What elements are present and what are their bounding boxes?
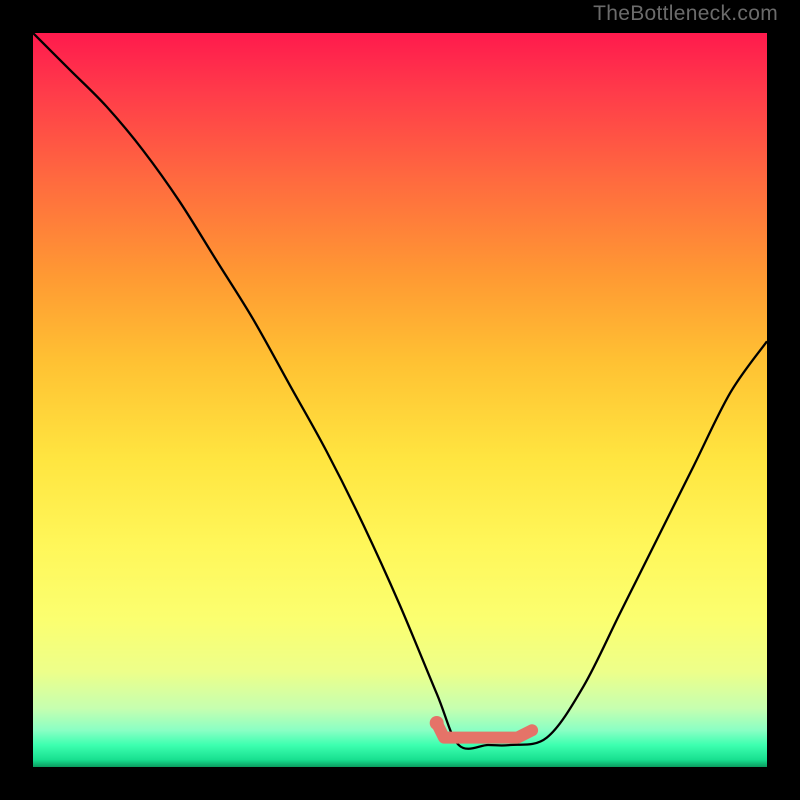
chart-svg xyxy=(33,33,767,767)
sweet-spot-marker xyxy=(437,723,532,738)
chart-frame: TheBottleneck.com xyxy=(0,0,800,800)
bottleneck-curve xyxy=(33,33,767,749)
sweet-spot-start-dot xyxy=(430,716,444,730)
watermark-text: TheBottleneck.com xyxy=(593,2,778,26)
plot-area xyxy=(33,33,767,767)
